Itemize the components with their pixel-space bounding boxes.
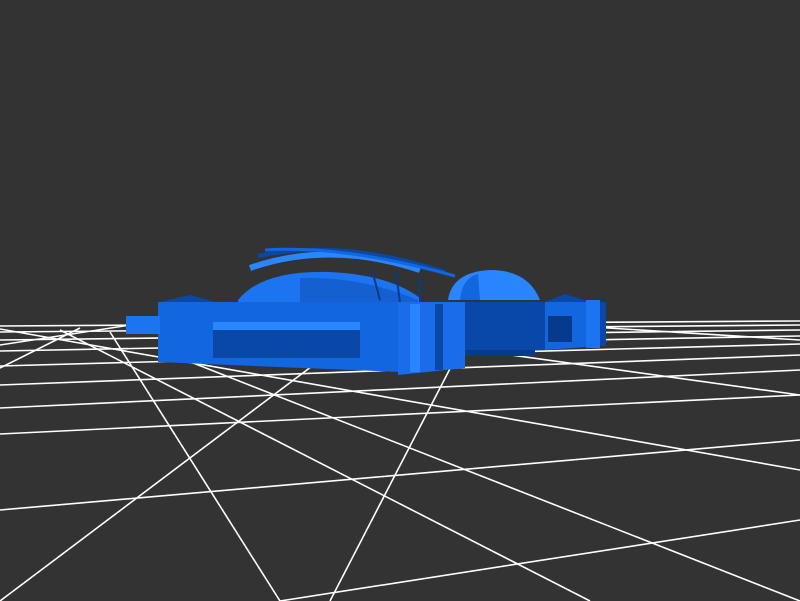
model-right-post (586, 300, 600, 348)
model-right-post (600, 302, 606, 346)
model-center-stripe (435, 304, 443, 370)
model-left-slot-inner (213, 322, 360, 330)
3d-viewport[interactable] (0, 0, 800, 601)
model-center-block (398, 302, 465, 375)
model-left-tab (126, 316, 160, 334)
model-right-slot (548, 316, 572, 342)
model-base (465, 350, 535, 356)
model-center-stripe (410, 304, 420, 372)
model-right-plate (465, 302, 545, 354)
scene-canvas[interactable] (0, 0, 800, 601)
